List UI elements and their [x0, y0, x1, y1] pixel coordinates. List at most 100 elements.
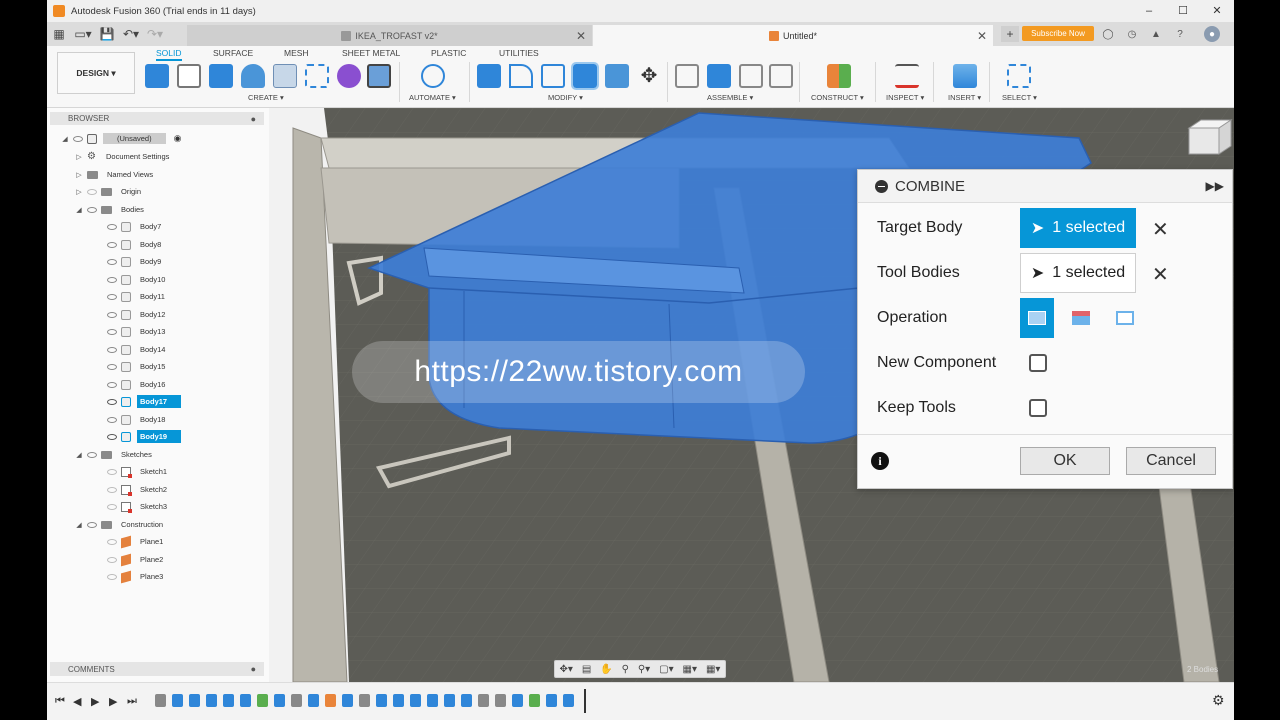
clear-tool-bodies-icon[interactable]: ✕ — [1152, 262, 1169, 287]
revolve-icon[interactable] — [241, 64, 265, 88]
tab-mesh[interactable]: MESH — [284, 48, 309, 58]
tree-item-body[interactable]: Body9 — [103, 254, 164, 269]
pan-icon[interactable]: ✋ — [600, 664, 612, 675]
visibility-eye-icon[interactable] — [86, 451, 98, 459]
timeline-feature-icon[interactable] — [478, 694, 489, 707]
job-status-icon[interactable]: ◯ — [1100, 26, 1116, 42]
tree-item-body[interactable]: Body12 — [103, 307, 168, 322]
look-at-icon[interactable]: ▤ — [582, 664, 591, 675]
go-to-start-icon[interactable]: ⏮ — [55, 695, 65, 708]
new-component-checkbox[interactable] — [1029, 354, 1047, 372]
timeline-feature-icon[interactable] — [240, 694, 251, 707]
timeline-feature-icon[interactable] — [393, 694, 404, 707]
keep-tools-checkbox[interactable] — [1029, 399, 1047, 417]
timeline-settings-icon[interactable]: ⚙ — [1212, 692, 1225, 709]
visibility-eye-icon[interactable] — [106, 538, 118, 546]
tab-sheet-metal[interactable]: SHEET METAL — [342, 48, 400, 58]
expand-arrow-icon[interactable]: ◢ — [75, 206, 83, 214]
press-pull-icon[interactable] — [477, 64, 501, 88]
tree-item-plane[interactable]: Plane2 — [103, 552, 166, 567]
tree-item-body-selected[interactable]: Body19 — [103, 429, 182, 444]
tree-item-body[interactable]: Body7 — [103, 219, 164, 234]
visibility-eye-icon[interactable] — [86, 188, 98, 196]
visibility-eye-icon[interactable] — [106, 503, 118, 511]
timeline-feature-icon[interactable] — [427, 694, 438, 707]
timeline-feature-icon[interactable] — [563, 694, 574, 707]
timeline-feature-icon[interactable] — [189, 694, 200, 707]
visibility-eye-icon[interactable] — [106, 433, 118, 441]
tree-item-body[interactable]: Body10 — [103, 272, 168, 287]
box-icon[interactable] — [367, 64, 391, 88]
timeline-feature-icon[interactable] — [155, 694, 166, 707]
construct-group-label[interactable]: CONSTRUCT ▾ — [811, 93, 864, 102]
tree-item-body[interactable]: Body8 — [103, 237, 164, 252]
tree-item-body-selected[interactable]: Body17 — [103, 394, 182, 409]
offset-plane-icon[interactable] — [827, 64, 851, 88]
intersect-operation-button[interactable] — [1108, 298, 1142, 338]
expand-arrow-icon[interactable]: ◢ — [75, 521, 83, 529]
visibility-eye-icon[interactable] — [106, 346, 118, 354]
timeline-feature-icon[interactable] — [495, 694, 506, 707]
tree-item-body[interactable]: Body18 — [103, 412, 168, 427]
tree-item-sketch[interactable]: Sketch3 — [103, 499, 170, 514]
close-tab-icon[interactable]: ✕ — [576, 29, 586, 43]
user-avatar[interactable]: ● — [1204, 26, 1220, 42]
visibility-eye-icon[interactable] — [106, 258, 118, 266]
fillet-icon[interactable] — [509, 64, 533, 88]
visibility-eye-icon[interactable] — [106, 293, 118, 301]
visibility-eye-icon[interactable] — [106, 556, 118, 564]
tab-surface[interactable]: SURFACE — [213, 48, 253, 58]
tab-plastic[interactable]: PLASTIC — [431, 48, 466, 58]
activate-radio-icon[interactable]: ◉ — [174, 133, 182, 144]
tab-utilities[interactable]: UTILITIES — [499, 48, 539, 58]
maximize-button[interactable]: ☐ — [1166, 0, 1200, 22]
joint-icon[interactable] — [675, 64, 699, 88]
visibility-eye-icon[interactable] — [106, 241, 118, 249]
browser-header[interactable]: BROWSER ● — [50, 112, 264, 125]
automate-group-label[interactable]: AUTOMATE ▾ — [409, 93, 456, 102]
timeline-feature-icon[interactable] — [274, 694, 285, 707]
create-sketch-icon[interactable] — [177, 64, 201, 88]
form-icon[interactable] — [337, 64, 361, 88]
help-icon[interactable]: ? — [1172, 26, 1188, 42]
grid-settings-icon[interactable]: ▦▾ — [683, 664, 697, 675]
timeline-feature-icon[interactable] — [529, 694, 540, 707]
go-to-end-icon[interactable]: ⏭ — [127, 695, 137, 708]
visibility-eye-icon[interactable] — [106, 468, 118, 476]
view-cube-icon[interactable] — [1187, 119, 1233, 155]
expand-dialog-icon[interactable]: ▶▶ — [1206, 179, 1224, 193]
timeline-feature-icon[interactable] — [291, 694, 302, 707]
timeline-feature-icon[interactable] — [461, 694, 472, 707]
select-group-label[interactable]: SELECT ▾ — [1002, 93, 1037, 102]
step-forward-icon[interactable]: ▶ — [109, 695, 117, 708]
visibility-eye-icon[interactable] — [106, 573, 118, 581]
visibility-eye-icon[interactable] — [86, 206, 98, 214]
timeline-feature-icon[interactable] — [257, 694, 268, 707]
tree-item-document-settings[interactable]: ▷ ⚙ Document Settings — [75, 149, 172, 164]
close-tab-icon[interactable]: ✕ — [977, 29, 987, 43]
tree-item-body[interactable]: Body15 — [103, 359, 168, 374]
display-settings-icon[interactable]: ▢▾ — [659, 664, 673, 675]
visibility-eye-icon[interactable] — [106, 223, 118, 231]
modify-group-label[interactable]: MODIFY ▾ — [548, 93, 583, 102]
target-body-selector[interactable]: ➤ 1 selected — [1020, 208, 1136, 248]
visibility-eye-icon[interactable] — [106, 328, 118, 336]
collapse-dialog-icon[interactable] — [875, 179, 888, 193]
tree-root[interactable]: ◢ (Unsaved) ◉ — [61, 131, 181, 146]
viewports-icon[interactable]: ▦▾ — [706, 664, 720, 675]
visibility-eye-icon[interactable] — [86, 521, 98, 529]
step-back-icon[interactable]: ◀ — [73, 695, 81, 708]
close-window-button[interactable]: ✕ — [1200, 0, 1234, 22]
insert-group-label[interactable]: INSERT ▾ — [948, 93, 981, 102]
save-icon[interactable]: 💾 — [97, 26, 117, 42]
combine-icon[interactable] — [571, 62, 599, 90]
select-icon[interactable] — [1007, 64, 1031, 88]
workspace-switcher[interactable]: DESIGN ▾ — [57, 52, 135, 94]
visibility-eye-icon[interactable] — [106, 276, 118, 284]
timeline-feature-icon[interactable] — [223, 694, 234, 707]
timeline-feature-icon[interactable] — [410, 694, 421, 707]
visibility-eye-icon[interactable] — [106, 398, 118, 406]
tree-item-named-views[interactable]: ▷ Named Views — [75, 167, 156, 182]
timeline-feature-icon[interactable] — [376, 694, 387, 707]
expand-arrow-icon[interactable]: ◢ — [75, 451, 83, 459]
